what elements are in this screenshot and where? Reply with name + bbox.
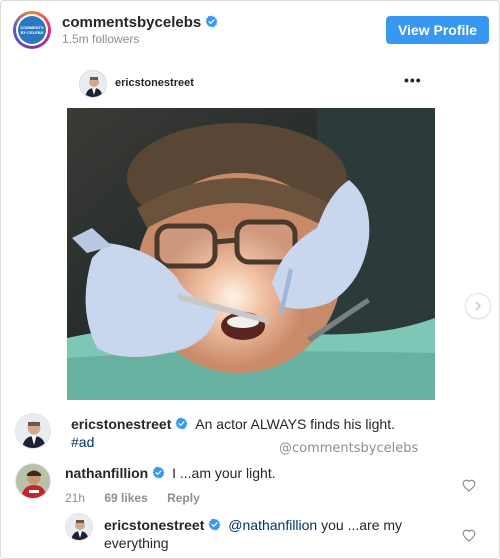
comment-text: nathanfillion I ...am your light. bbox=[65, 465, 276, 481]
embedded-post: ericstonestreet ••• bbox=[66, 60, 436, 403]
avatar-logo-line-2: BY CELEBS bbox=[20, 30, 44, 35]
caption-hashtag[interactable]: #ad bbox=[71, 434, 94, 450]
comment-time: 21h bbox=[65, 491, 86, 505]
post-author-username[interactable]: ericstonestreet bbox=[115, 77, 194, 89]
verified-badge-icon bbox=[208, 518, 221, 531]
verified-badge-icon bbox=[175, 417, 188, 430]
comment-username[interactable]: nathanfillion bbox=[65, 465, 148, 481]
person-avatar-icon bbox=[80, 71, 106, 97]
reply-button[interactable]: Reply bbox=[167, 491, 200, 505]
brand-username-text[interactable]: commentsbycelebs bbox=[62, 14, 201, 31]
caption-body: An actor ALWAYS finds his light. bbox=[195, 416, 395, 432]
reply-body-line1: you ...are my bbox=[321, 517, 403, 533]
comment-author-avatar[interactable] bbox=[15, 463, 51, 499]
post-photo[interactable] bbox=[67, 108, 435, 400]
embed-card: COMMENTS BY CELEBS commentsbycelebs 1.5m… bbox=[0, 0, 500, 559]
next-slide-button[interactable] bbox=[465, 293, 491, 319]
followers-count: 1.5m followers bbox=[62, 32, 140, 46]
comment-likes[interactable]: 69 likes bbox=[104, 491, 147, 505]
reply-body-line2: everything bbox=[104, 535, 169, 551]
dentist-photo-image bbox=[67, 108, 435, 400]
caption-text: ericstonestreet An actor ALWAYS finds hi… bbox=[71, 416, 395, 432]
more-options-icon[interactable]: ••• bbox=[404, 72, 422, 88]
heart-icon[interactable] bbox=[462, 529, 476, 542]
person-avatar-icon bbox=[16, 464, 50, 498]
view-profile-button[interactable]: View Profile bbox=[386, 16, 489, 44]
chevron-right-icon bbox=[475, 301, 481, 311]
brand-avatar[interactable]: COMMENTS BY CELEBS bbox=[13, 11, 51, 49]
verified-badge-icon bbox=[205, 15, 218, 28]
verified-badge-icon bbox=[152, 466, 165, 479]
caption-username[interactable]: ericstonestreet bbox=[71, 416, 171, 432]
reply-username[interactable]: ericstonestreet bbox=[104, 517, 204, 533]
comment-body: I ...am your light. bbox=[172, 465, 276, 481]
person-avatar-icon bbox=[66, 514, 92, 540]
reply-mention[interactable]: @nathanfillion bbox=[228, 517, 317, 533]
embed-header: COMMENTS BY CELEBS commentsbycelebs 1.5m… bbox=[1, 1, 499, 59]
watermark-text: @commentsbycelebs bbox=[279, 441, 419, 456]
caption-author-avatar[interactable] bbox=[15, 413, 51, 449]
post-author-avatar[interactable] bbox=[79, 70, 107, 98]
comment-meta: 21h 69 likes Reply bbox=[65, 491, 216, 505]
reply-text: ericstonestreet @nathanfillion you ...ar… bbox=[104, 517, 402, 533]
brand-username[interactable]: commentsbycelebs bbox=[62, 14, 218, 31]
person-avatar-icon bbox=[16, 414, 50, 448]
heart-icon[interactable] bbox=[462, 479, 476, 492]
reply-author-avatar[interactable] bbox=[65, 513, 93, 541]
